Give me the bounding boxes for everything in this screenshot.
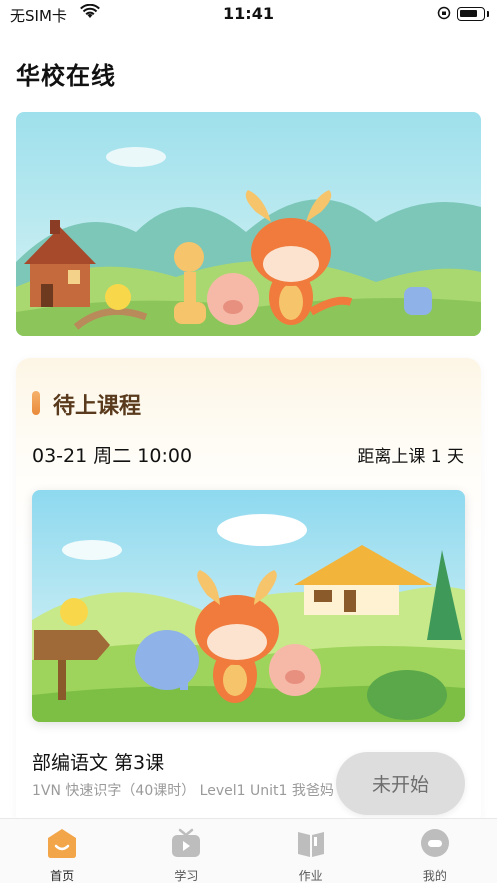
battery-icon (457, 7, 485, 21)
tab-homework[interactable]: 作业 (249, 819, 373, 883)
status-time: 11:41 (223, 4, 274, 23)
home-banner[interactable] (16, 112, 481, 336)
bush-illustration (367, 670, 447, 720)
pig-illustration (269, 644, 321, 696)
home-icon (48, 829, 76, 858)
elephant-illustration (135, 630, 199, 690)
profile-icon (420, 829, 449, 857)
bottom-tab-bar: 首页 学习 作业 我的 (0, 818, 497, 883)
tab-study-label: 学习 (174, 869, 199, 883)
section-accent-bar (32, 391, 40, 415)
pig-illustration (207, 273, 259, 325)
tab-homework-label: 作业 (298, 869, 323, 883)
elephant-illustration (404, 287, 432, 315)
battery-cap (487, 11, 489, 17)
book-icon (297, 832, 324, 857)
lesson-countdown: 距离上课 1 天 (357, 447, 464, 467)
tab-profile[interactable]: 我的 (373, 819, 497, 883)
battery-level (460, 10, 477, 17)
status-bar: 无SIM卡 11:41 (0, 0, 497, 30)
orientation-lock-icon (437, 6, 451, 20)
section-title: 待上课程 (53, 394, 142, 419)
tab-study[interactable]: 学习 (124, 819, 248, 883)
tv-icon (172, 828, 201, 857)
lesson-detail: 1VN 快速识字（40课时） Level1 Unit1 我爸妈 (32, 783, 334, 799)
tab-profile-label: 我的 (422, 869, 447, 883)
tab-home[interactable]: 首页 (0, 819, 124, 883)
lesson-name: 部编语文 第3课 (32, 752, 165, 774)
banner-illustration (16, 112, 481, 336)
app-title: 华校在线 (16, 62, 116, 90)
lesson-status-button[interactable]: 未开始 (336, 752, 465, 815)
chick-illustration (105, 284, 131, 310)
lesson-illustration (32, 490, 465, 722)
chick-illustration (60, 598, 88, 626)
lesson-cover-image[interactable] (32, 490, 465, 722)
lesson-datetime: 03-21 周二 10:00 (32, 445, 193, 467)
tab-home-label: 首页 (50, 869, 75, 883)
